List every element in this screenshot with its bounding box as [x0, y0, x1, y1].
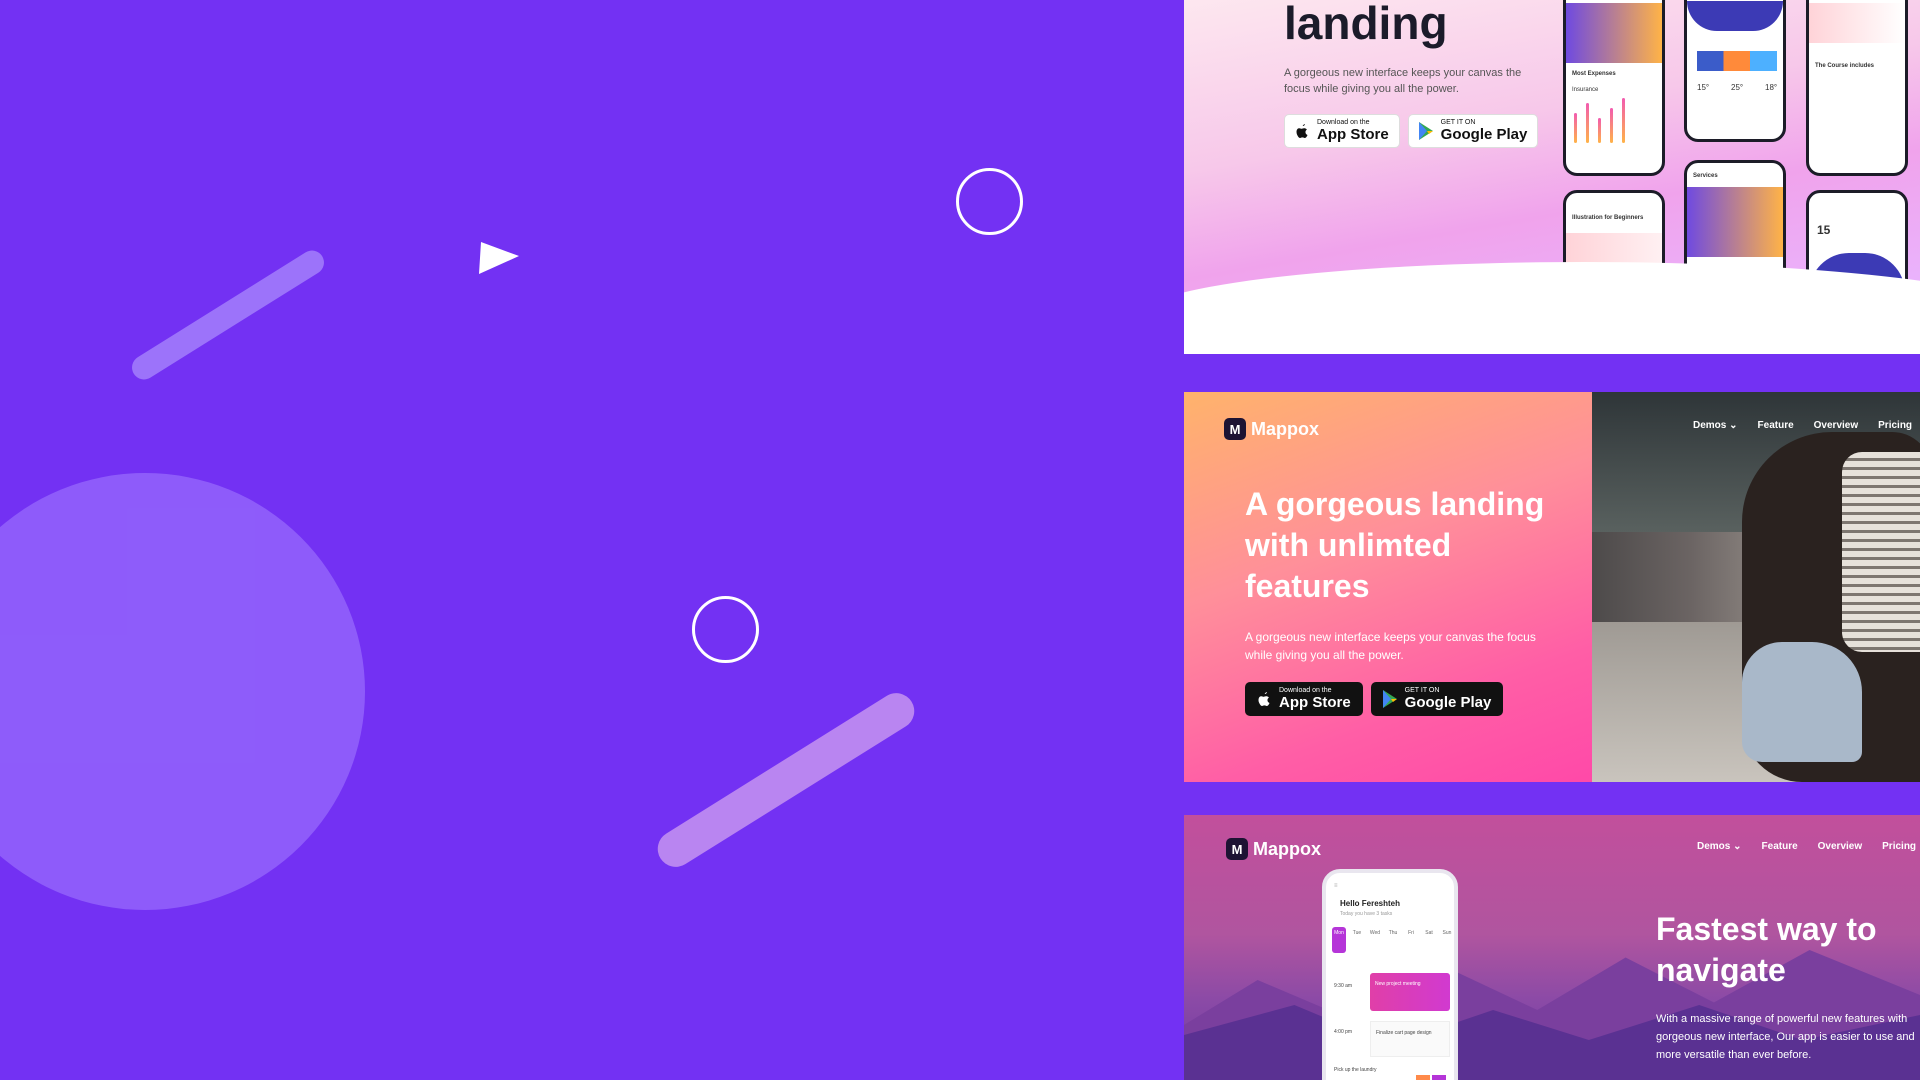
task-tag [1432, 1075, 1446, 1080]
landing-preview-top: landing A gorgeous new interface keeps y… [1184, 0, 1920, 354]
brand-logo[interactable]: M Mappox [1226, 838, 1321, 860]
task-tag [1416, 1075, 1430, 1080]
day-item[interactable]: Thu [1386, 927, 1400, 953]
nav-demos[interactable]: Demos ⌄ [1693, 420, 1738, 431]
google-play-big: Google Play [1440, 126, 1528, 143]
google-play-icon [1382, 690, 1397, 708]
photo-shirt [1842, 452, 1920, 652]
task-time: 4:00 pm [1334, 1029, 1353, 1035]
day-item[interactable]: Sat [1422, 927, 1436, 953]
day-strip: Mon Tue Wed Thu Fri Sat Sun [1332, 927, 1454, 953]
google-play-button[interactable]: GET IT ON Google Play [1370, 682, 1504, 716]
phone-label: The Course includes [1815, 63, 1875, 69]
decor-circle [0, 473, 365, 910]
task-title: Finalize cart page design [1376, 1030, 1432, 1036]
nav-demos[interactable]: Demos ⌄ [1697, 841, 1742, 852]
app-store-button[interactable]: Download on the App Store [1284, 114, 1400, 148]
day-item[interactable]: Sun [1440, 927, 1454, 953]
nav-pricing[interactable]: Pricing [1882, 841, 1916, 852]
task-time: 9:30 am [1334, 983, 1353, 989]
day-item[interactable]: Tue [1350, 927, 1364, 953]
phone-illustration [1809, 3, 1905, 43]
task-card-active[interactable]: New project meeting [1370, 973, 1450, 1011]
nav-demos-label: Demos [1697, 841, 1731, 852]
decor-pill [127, 246, 329, 384]
phone-label: Insurance [1572, 87, 1599, 93]
decor-pill [650, 686, 922, 874]
store-buttons: Download on the App Store GET IT ON Google… [1245, 682, 1504, 716]
day-item[interactable]: Mon [1332, 927, 1346, 953]
chevron-down-icon: ⌄ [1733, 841, 1742, 852]
chevron-down-icon: ⌄ [1729, 420, 1738, 431]
mappox-logo-icon: M [1226, 838, 1248, 860]
weather-tiles [1697, 51, 1777, 71]
section-description: With a massive range of powerful new fea… [1656, 1010, 1920, 1064]
temp-value: 25° [1731, 83, 1744, 92]
app-store-big: App Store [1317, 126, 1389, 143]
nav-demos-label: Demos [1693, 420, 1727, 431]
decor-ring [956, 168, 1023, 235]
phone-mockup: The Course includes [1806, 0, 1908, 176]
task-title: Pick up the laundry [1334, 1067, 1377, 1073]
nav-feature[interactable]: Feature [1758, 420, 1794, 431]
app-phone-mockup: ≡ Hello Fereshteh Today you have 3 tasks… [1322, 869, 1458, 1080]
brand-name: Mappox [1253, 838, 1322, 859]
apple-icon [1296, 124, 1308, 138]
phone-illustration [1566, 3, 1662, 63]
description-line: more versatile than ever before. [1656, 1049, 1812, 1061]
landing-preview-middle: M Mappox Demos ⌄ Feature Overview Pricin… [1184, 392, 1920, 782]
description-line: gorgeous new interface, Our app is easie… [1656, 1031, 1915, 1043]
hero-heading: landing [1284, 0, 1448, 49]
google-play-button[interactable]: GET IT ON Google Play [1407, 114, 1539, 148]
phone-label: Services [1693, 173, 1718, 179]
decor-ring [692, 596, 759, 663]
hero-description: A gorgeous new interface keeps your canv… [1245, 630, 1536, 662]
google-play-big: Google Play [1404, 694, 1492, 711]
landing-preview-bottom: M Mappox Demos ⌄ Feature Overview Pricin… [1184, 815, 1920, 1080]
brand-name: Mappox [1251, 418, 1320, 439]
phone-mockup: Most Expenses Insurance [1563, 0, 1665, 176]
phone-label: Most Expenses [1572, 71, 1616, 77]
nav-feature[interactable]: Feature [1762, 841, 1798, 852]
temp-value: 18° [1765, 83, 1778, 92]
mappox-logo-icon: M [1224, 418, 1246, 440]
app-store-big: App Store [1279, 694, 1351, 711]
photo-jacket [1742, 642, 1862, 762]
temp-value: 15° [1697, 83, 1710, 92]
hero-heading: A gorgeous landing with unlimted feature… [1245, 486, 1545, 604]
hero-description: A gorgeous new interface keeps your canv… [1284, 67, 1522, 95]
top-nav: Demos ⌄ Feature Overview Pricing [1697, 841, 1916, 852]
description-line: With a massive range of powerful new fea… [1656, 1013, 1908, 1025]
top-nav: Demos ⌄ Feature Overview Pricing [1693, 420, 1912, 431]
brand-logo[interactable]: M Mappox [1224, 418, 1319, 440]
hero-photo [1592, 392, 1920, 782]
nav-overview[interactable]: Overview [1818, 841, 1862, 852]
phone-illustration [1687, 187, 1783, 257]
app-subtitle: Today you have 3 tasks [1340, 911, 1393, 917]
day-item[interactable]: Fri [1404, 927, 1418, 953]
apple-icon [1258, 692, 1270, 706]
nav-overview[interactable]: Overview [1814, 420, 1858, 431]
temp-value: 15 [1817, 223, 1831, 237]
section-heading: Fastest way to navigate [1656, 911, 1877, 988]
task-title: New project meeting [1375, 981, 1421, 987]
phone-mockup: 15° 25° 18° [1684, 0, 1786, 142]
phone-header [1687, 1, 1783, 31]
google-play-icon [1418, 122, 1433, 140]
app-greeting: Hello Fereshteh [1340, 899, 1401, 908]
triangle-icon [479, 242, 519, 274]
nav-pricing[interactable]: Pricing [1878, 420, 1912, 431]
menu-icon: ≡ [1334, 883, 1338, 889]
expense-bars [1574, 98, 1625, 143]
store-buttons: Download on the App Store GET IT ON Google… [1284, 114, 1539, 148]
app-store-button[interactable]: Download on the App Store [1245, 682, 1363, 716]
day-item[interactable]: Wed [1368, 927, 1382, 953]
task-card[interactable]: Finalize cart page design [1370, 1021, 1450, 1057]
hero-wave [1184, 262, 1920, 354]
phone-label: Illustration for Beginners [1572, 215, 1644, 221]
